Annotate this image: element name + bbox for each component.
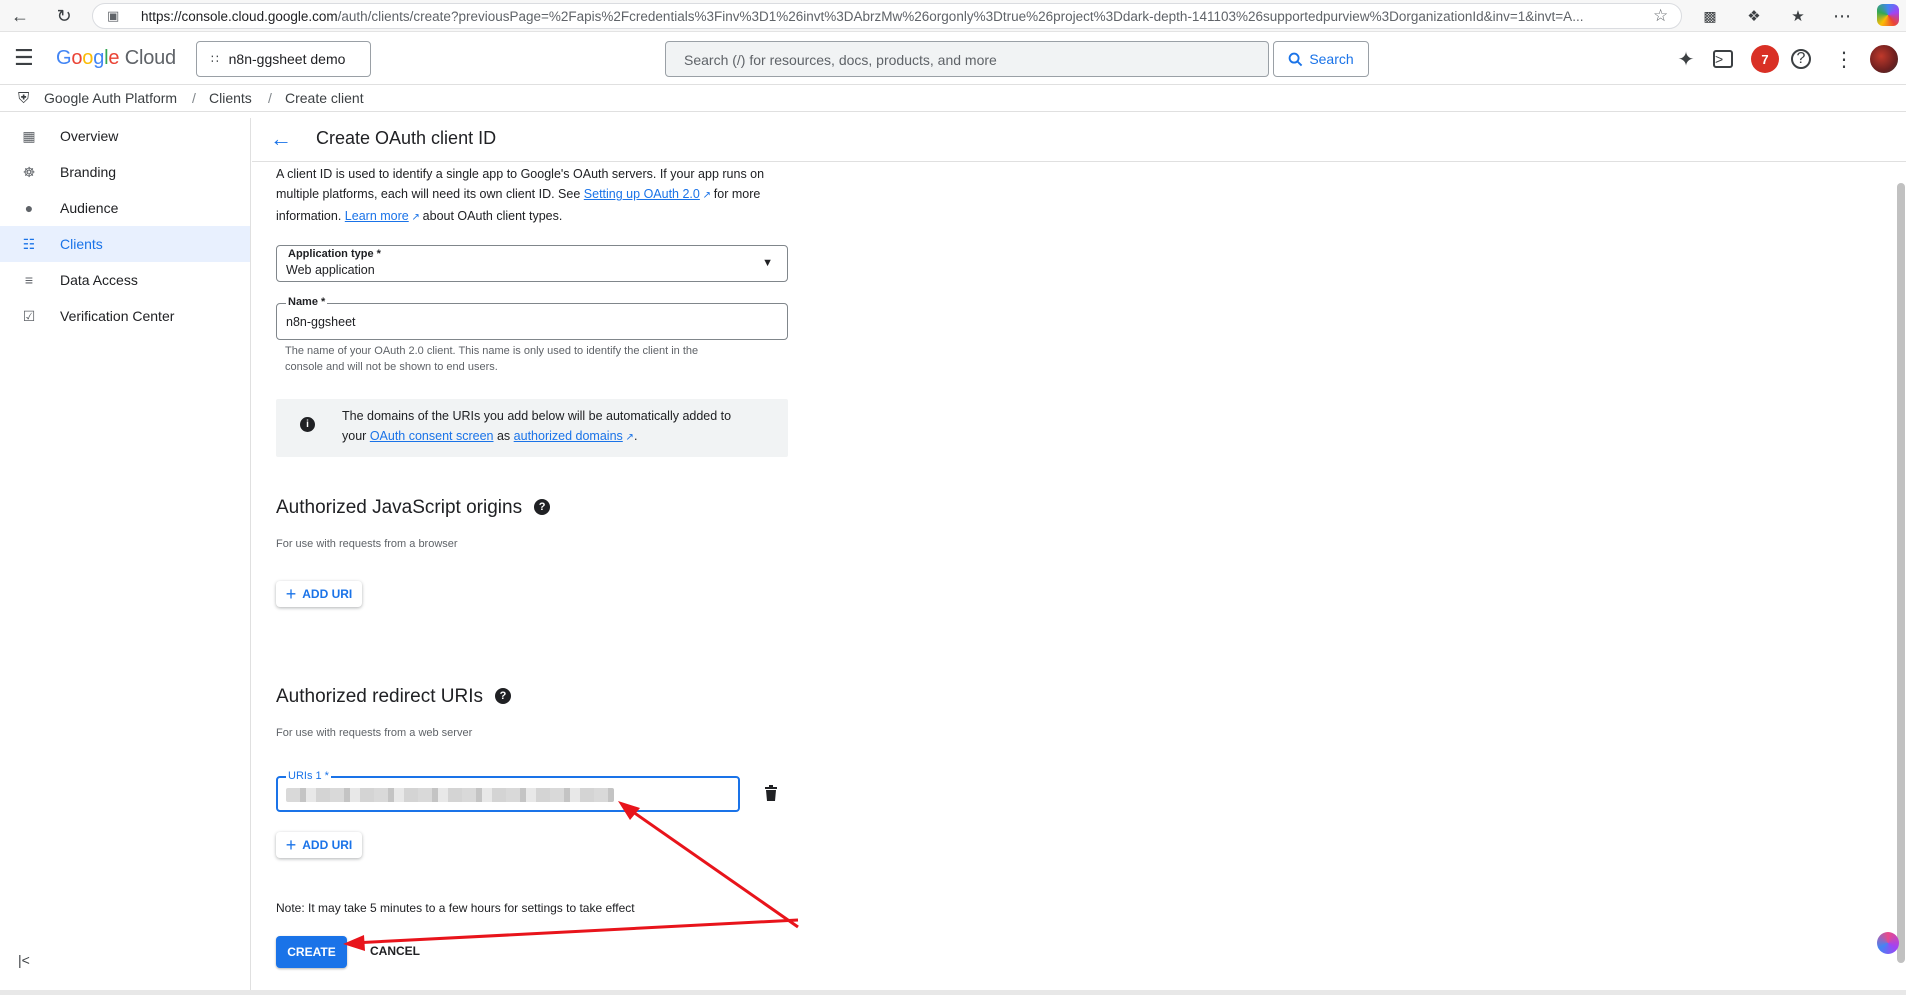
browser-toolbar: ← ↻ ▣ https://console.cloud.google.com/a… <box>0 0 1906 32</box>
assistant-icon[interactable] <box>1877 932 1899 954</box>
external-link-icon: ↗ <box>408 212 423 223</box>
avatar[interactable] <box>1868 43 1900 75</box>
annotation-arrow-to-uri <box>625 805 799 929</box>
plus-icon: + <box>285 584 297 604</box>
copilot-icon[interactable] <box>1877 4 1899 26</box>
redacted-uri-value <box>286 788 614 802</box>
name-label: Name * <box>286 296 328 308</box>
breadcrumb-separator: / <box>192 90 196 106</box>
reload-icon[interactable]: ↻ <box>52 4 76 28</box>
collapse-sidebar-icon[interactable]: |< <box>18 952 30 968</box>
settings-note: Note: It may take 5 minutes to a few hou… <box>276 901 635 915</box>
sidebar-item-clients[interactable]: ☷ Clients <box>0 226 250 262</box>
sidebar-item-data-access[interactable]: ≡ Data Access <box>0 262 250 298</box>
sidebar: ▦ Overview ☸ Branding ● Audience ☷ Clien… <box>0 118 251 995</box>
setting-up-oauth-link[interactable]: Setting up OAuth 2.0 <box>584 187 700 201</box>
intro-line-2: multiple platforms, each will need its o… <box>276 187 761 201</box>
external-link-icon: ↗ <box>699 190 714 201</box>
gemini-spark-icon[interactable]: ✦ <box>1673 46 1699 72</box>
add-redirect-uri-button[interactable]: + ADD URI <box>276 832 362 858</box>
person-icon: ● <box>24 200 34 216</box>
learn-more-link[interactable]: Learn more <box>345 209 409 223</box>
site-info-icon[interactable]: ▣ <box>107 8 119 24</box>
info-icon: i <box>300 417 315 432</box>
js-origins-title: Authorized JavaScript origins? <box>276 497 551 519</box>
sidebar-item-overview[interactable]: ▦ Overview <box>0 118 250 154</box>
redirect-uris-subtitle: For use with requests from a web server <box>276 727 473 739</box>
back-arrow-icon[interactable]: ← <box>270 126 292 152</box>
js-origins-subtitle: For use with requests from a browser <box>276 538 458 550</box>
bookmark-star-icon[interactable]: ☆ <box>1653 6 1668 26</box>
bottom-divider <box>0 990 1906 995</box>
search-button[interactable]: Search <box>1273 41 1369 77</box>
info-text: The domains of the URIs you add below wi… <box>342 409 732 443</box>
dashboard-icon: ▦ <box>22 127 36 144</box>
verification-icon: ☑ <box>22 307 36 324</box>
page-header: ← Create OAuth client ID <box>252 118 1906 162</box>
authorized-domains-link[interactable]: authorized domains <box>514 429 623 443</box>
search-button-label: Search <box>1309 51 1354 67</box>
intro-line-3: information. Learn more ↗ about OAuth cl… <box>276 209 563 223</box>
project-icon: ∷ <box>211 52 219 66</box>
sidebar-item-branding[interactable]: ☸ Branding <box>0 154 250 190</box>
breadcrumb-clients[interactable]: Clients <box>209 90 252 106</box>
picture-in-picture-icon[interactable]: ▩ <box>1698 4 1722 28</box>
back-icon[interactable]: ← <box>8 4 32 28</box>
application-type-label: Application type * <box>286 248 383 260</box>
cloud-shell-icon[interactable]: >_ <box>1713 50 1733 68</box>
settings-more-icon[interactable]: ⋮ <box>1831 46 1857 72</box>
scrollbar[interactable] <box>1897 183 1905 963</box>
grid-icon: ☷ <box>22 235 36 252</box>
search-placeholder: Search (/) for resources, docs, products… <box>684 52 997 68</box>
breadcrumb: ⛨ Google Auth Platform / Clients / Creat… <box>0 86 1906 112</box>
intro-line-1: A client ID is used to identify a single… <box>276 167 765 181</box>
redirect-uri-input[interactable]: URIs 1 * <box>276 770 740 812</box>
sidebar-item-verification-center[interactable]: ☑ Verification Center <box>0 298 250 334</box>
question-icon[interactable]: ? <box>494 688 511 704</box>
breadcrumb-separator: / <box>268 90 272 106</box>
project-name: n8n-ggsheet demo <box>228 51 346 67</box>
sidebar-item-audience[interactable]: ● Audience <box>0 190 250 226</box>
shield-icon: ⛨ <box>18 90 30 107</box>
help-icon[interactable]: ? <box>1791 49 1811 69</box>
url-text: https://console.cloud.google.com/auth/cl… <box>141 9 1584 24</box>
name-value: n8n-ggsheet <box>286 315 356 329</box>
search-icon <box>1288 52 1303 66</box>
name-helper-text: The name of your OAuth 2.0 client. This … <box>285 345 699 373</box>
uri-label: URIs 1 * <box>286 770 331 782</box>
address-bar[interactable]: ▣ https://console.cloud.google.com/auth/… <box>92 3 1682 29</box>
question-icon[interactable]: ? <box>534 499 551 515</box>
hamburger-menu-icon[interactable]: ☰ <box>14 45 34 71</box>
annotation-arrow-to-create <box>352 918 799 945</box>
add-js-origin-button[interactable]: + ADD URI <box>276 581 362 607</box>
more-menu-icon[interactable]: ⋯ <box>1830 4 1854 28</box>
dropdown-arrow-icon: ▼ <box>762 257 773 269</box>
search-input[interactable]: Search (/) for resources, docs, products… <box>665 41 1269 77</box>
project-picker[interactable]: ∷ n8n-ggsheet demo <box>196 41 371 77</box>
breadcrumb-current: Create client <box>285 90 364 106</box>
redirect-uris-title: Authorized redirect URIs? <box>276 686 511 708</box>
favorites-icon[interactable]: ★ <box>1786 4 1810 28</box>
palette-icon: ☸ <box>22 163 36 180</box>
plus-icon: + <box>285 835 297 855</box>
application-type-value: Web application <box>286 263 375 277</box>
notifications-badge[interactable]: 7 <box>1751 45 1779 73</box>
google-cloud-logo[interactable]: Google Cloud <box>56 47 176 70</box>
external-link-icon: ↗ <box>622 432 634 443</box>
application-type-select[interactable]: Application type * Web application ▼ <box>276 245 788 282</box>
cloud-header: ☰ Google Cloud ∷ n8n-ggsheet demo Search… <box>0 33 1906 85</box>
cancel-button[interactable]: CANCEL <box>370 944 420 958</box>
create-button[interactable]: CREATE <box>276 936 347 968</box>
trash-icon[interactable] <box>764 785 778 806</box>
breadcrumb-root[interactable]: Google Auth Platform <box>44 90 177 106</box>
name-field[interactable]: Name * n8n-ggsheet <box>276 296 788 340</box>
intro-text: A client ID is used to identify a single… <box>276 164 764 228</box>
info-box: i The domains of the URIs you add below … <box>276 399 788 457</box>
oauth-consent-screen-link[interactable]: OAuth consent screen <box>370 429 494 443</box>
data-access-icon: ≡ <box>24 272 34 288</box>
page-title: Create OAuth client ID <box>316 128 497 148</box>
extensions-icon[interactable]: ❖ <box>1742 4 1766 28</box>
